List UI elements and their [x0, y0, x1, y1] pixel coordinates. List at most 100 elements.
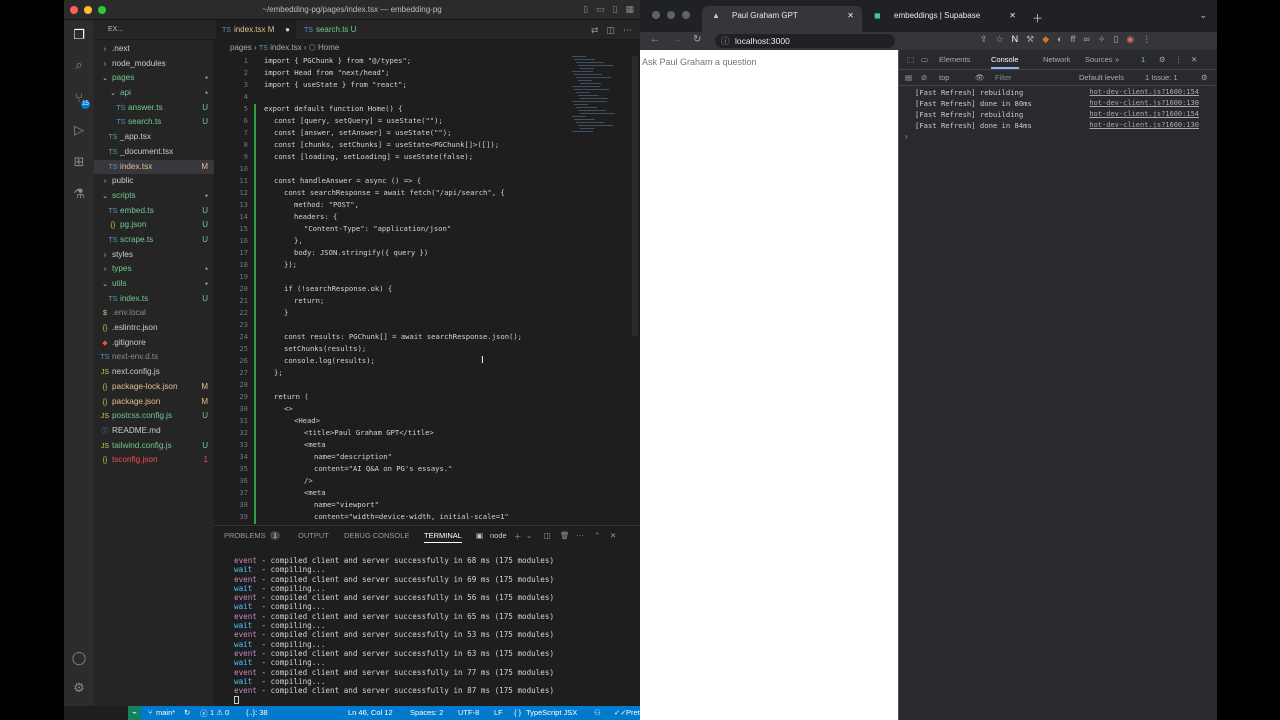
profile-avatar[interactable]: ◉ — [1126, 34, 1134, 45]
more-icon[interactable]: ⋯ — [576, 531, 584, 540]
code-line[interactable]: }, — [294, 236, 303, 245]
minimap[interactable] — [570, 56, 630, 136]
code-line[interactable]: console.log(results); — [284, 356, 375, 365]
code-line[interactable]: <title>Paul Graham GPT</title> — [304, 428, 434, 437]
toggle-panel-icon[interactable]: ▭ — [596, 4, 605, 15]
code-line[interactable]: <meta — [304, 488, 326, 497]
tree-item[interactable]: ⌄ pages ● — [94, 71, 214, 86]
extension-fox-icon[interactable]: ◆ — [1042, 34, 1049, 45]
code-line[interactable]: import Head from "next/head"; — [264, 68, 390, 77]
console-settings-icon[interactable]: ⚙ — [1201, 73, 1208, 82]
tab-problems[interactable]: PROBLEMS — [224, 531, 266, 540]
testing-icon[interactable]: ⚗ — [71, 186, 87, 202]
address-bar[interactable]: ⓘ localhost:3000 — [715, 34, 895, 48]
tree-item[interactable]: {} package-lock.json M — [94, 380, 214, 395]
breadcrumb-folder[interactable]: pages — [230, 43, 252, 52]
devtools-tab-elements[interactable]: Elements — [939, 55, 970, 64]
code-line[interactable]: <meta — [304, 440, 326, 449]
forward-icon[interactable]: → — [672, 34, 682, 45]
tab-debug-console[interactable]: DEBUG CONSOLE — [344, 531, 409, 540]
console-source-link[interactable]: hot-dev-client.js?1600:130 — [1089, 99, 1199, 107]
code-line[interactable]: <> — [284, 404, 293, 413]
code-line[interactable]: const searchResponse = await fetch("/api… — [284, 188, 505, 197]
new-tab-icon[interactable]: ＋ — [1032, 10, 1043, 26]
editor-scrollbar[interactable] — [632, 56, 638, 336]
back-icon[interactable]: ← — [650, 34, 660, 45]
inspect-icon[interactable]: ⬚ — [907, 55, 914, 64]
tree-item[interactable]: JS next.config.js — [94, 365, 214, 380]
device-toggle-icon[interactable]: ▭ — [921, 55, 928, 64]
minimize-window-icon[interactable] — [667, 11, 675, 19]
close-window-icon[interactable] — [652, 11, 660, 19]
explorer-icon[interactable]: ❐ — [71, 27, 87, 43]
tab-terminal[interactable]: TERMINAL — [424, 531, 462, 543]
code-line[interactable]: /> — [304, 476, 313, 485]
extension-glasses-icon[interactable]: ∞ — [1083, 34, 1089, 45]
issues-badge[interactable]: 1 — [1141, 55, 1145, 64]
tree-item[interactable]: JS postcss.config.js U — [94, 409, 214, 424]
code-line[interactable]: if (!searchResponse.ok) { — [284, 284, 392, 293]
code-line[interactable]: const results: PGChunk[] = await searchR… — [284, 332, 522, 341]
code-line[interactable]: headers: { — [294, 212, 337, 221]
account-icon[interactable]: ◯ — [71, 650, 87, 666]
branch-label[interactable]: main* — [156, 708, 175, 717]
tree-item[interactable]: › styles — [94, 248, 214, 263]
code-line[interactable]: method: "POST", — [294, 200, 359, 209]
share-icon[interactable]: ⇪ — [980, 34, 988, 45]
code-line[interactable]: return ( — [274, 392, 309, 401]
tab-index-tsx[interactable]: TS index.tsx M ● — [216, 20, 296, 40]
code-line[interactable]: return; — [294, 296, 324, 305]
code-line[interactable]: <Head> — [294, 416, 320, 425]
code-line[interactable]: "Content-Type": "application/json" — [304, 224, 451, 233]
code-line[interactable]: export default function Home() { — [264, 104, 402, 113]
tree-item[interactable]: › .next — [94, 42, 214, 57]
code-line[interactable]: const [loading, setLoading] = useState(f… — [274, 152, 473, 161]
tree-item[interactable]: TS search.ts U — [94, 115, 214, 130]
tree-item[interactable]: TS embed.ts U — [94, 204, 214, 219]
close-devtools-icon[interactable]: ✕ — [1191, 55, 1197, 64]
tree-item[interactable]: ⌄ api ● — [94, 86, 214, 101]
tab-search-icon[interactable]: ⌄ — [1199, 10, 1207, 21]
console-source-link[interactable]: hot-dev-client.js?1600:154 — [1089, 110, 1199, 118]
sidebar-toggle-icon[interactable]: ▤ — [905, 73, 912, 82]
tree-item[interactable]: ⌄ utils ● — [94, 277, 214, 292]
extension-ff-icon[interactable]: ff — [1071, 34, 1076, 45]
tree-item[interactable]: ◆ .gitignore — [94, 336, 214, 351]
sidebar-icon[interactable]: ▯ — [1113, 34, 1118, 45]
run-debug-icon[interactable]: ▷ — [71, 122, 87, 138]
code-line[interactable]: import { PGChunk } from "@/types"; — [264, 56, 411, 65]
sync-icon[interactable]: ↻ — [184, 708, 190, 717]
extensions-puzzle-icon[interactable]: ✧ — [1098, 34, 1106, 45]
question-input[interactable] — [640, 54, 760, 70]
console-source-link[interactable]: hot-dev-client.js?1600:154 — [1089, 88, 1199, 96]
extension-mask-icon[interactable]: ◐ — [1057, 34, 1062, 45]
trash-icon[interactable]: 🗑 — [560, 531, 570, 540]
bookmark-star-icon[interactable]: ☆ — [996, 34, 1004, 45]
symbol-status[interactable]: {..}: 38 — [246, 708, 268, 717]
code-line[interactable]: name="viewport" — [314, 500, 379, 509]
code-line[interactable]: name="description" — [314, 452, 392, 461]
tree-item[interactable]: TS next-env.d.ts — [94, 350, 214, 365]
console-source-link[interactable]: hot-dev-client.js?1600:130 — [1089, 121, 1199, 129]
settings-gear-icon[interactable]: ⚙ — [71, 680, 87, 696]
split-terminal-icon[interactable]: ◫ — [544, 531, 551, 540]
issues-count[interactable]: 1 Issue: 1 — [1145, 73, 1178, 82]
devtools-more-icon[interactable]: ⋮ — [1175, 55, 1183, 64]
code-line[interactable]: setChunks(results); — [284, 344, 366, 353]
clear-console-icon[interactable]: ⊘ — [921, 73, 927, 82]
chevron-down-icon[interactable]: ⌄ — [526, 531, 532, 540]
compare-icon[interactable]: ⇄ — [591, 25, 599, 36]
breadcrumb-file[interactable]: index.tsx — [270, 43, 302, 52]
tree-item[interactable]: {} .eslintrc.json — [94, 321, 214, 336]
extension-tool-icon[interactable]: ⚒ — [1026, 34, 1034, 45]
console-filter-input[interactable]: Filter — [995, 73, 1012, 82]
console-prompt-icon[interactable]: › — [905, 132, 908, 141]
tree-item[interactable]: TS _document.tsx — [94, 145, 214, 160]
layout-icon[interactable]: ▦ — [625, 4, 634, 15]
new-terminal-icon[interactable]: ＋ — [514, 531, 522, 542]
code-line[interactable]: }); — [284, 260, 297, 269]
tree-item[interactable]: {} package.json M — [94, 395, 214, 410]
breadcrumb-symbol[interactable]: Home — [318, 43, 339, 52]
code-line[interactable]: const [query, setQuery] = useState(""); — [274, 116, 443, 125]
tree-item[interactable]: {} pg.json U — [94, 218, 214, 233]
